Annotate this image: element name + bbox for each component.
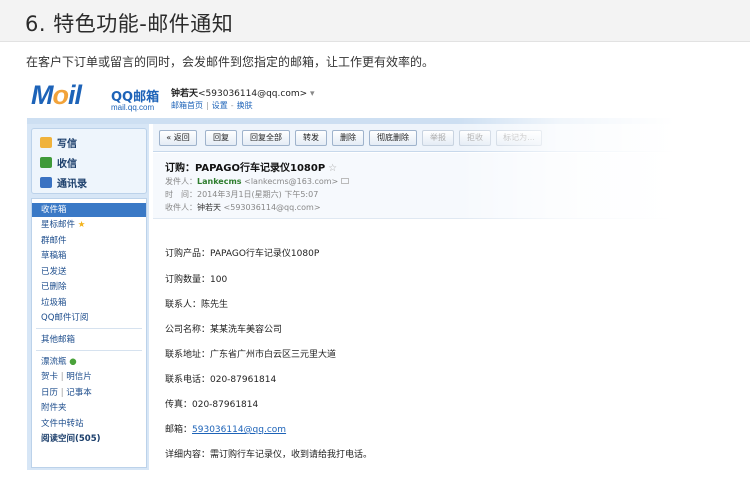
sender-email: <lankecms@163.com> [244, 177, 339, 186]
sidebar-item-subscriptions[interactable]: QQ邮件订阅 [32, 311, 146, 325]
sidebar-item-spam[interactable]: 垃圾箱 [32, 296, 146, 310]
star-icon: ★ [77, 220, 86, 230]
bottle-icon: ● [69, 357, 77, 367]
contacts-link[interactable]: 通讯录 [40, 175, 87, 190]
body-phone: 联系电话：020-87961814 [165, 375, 277, 385]
divider [36, 328, 142, 329]
reject-button[interactable]: 拒收 [459, 130, 491, 146]
star-outline-icon[interactable]: ☆ [328, 163, 337, 174]
sidebar-item-file-transfer[interactable]: 文件中转站 [32, 417, 146, 431]
message-toolbar: « 返回 回复 回复全部 转发 删除 彻底删除 举报 拒收 标记为... [153, 124, 747, 152]
body-details: 详细内容：需订购行车记录仪，收到请给我打电话。 [165, 450, 373, 460]
sidebar-item-drift-bottle[interactable]: 漂流瓶 ● [32, 355, 146, 369]
body-company: 公司名称：某某洗车美容公司 [165, 325, 283, 335]
pencil-icon [40, 137, 52, 148]
link-settings[interactable]: 设置 [212, 101, 228, 110]
page-header: 6. 特色功能-邮件通知 [0, 0, 750, 42]
divider [36, 350, 142, 351]
email-link[interactable]: 593036114@qq.com [192, 425, 286, 435]
sidebar-item-notepad[interactable]: 记事本 [66, 388, 92, 398]
back-button[interactable]: « 返回 [159, 130, 197, 146]
forward-button[interactable]: 转发 [295, 130, 327, 146]
sidebar-item-reading-space[interactable]: 阅读空间(505) [32, 432, 146, 446]
body-quantity: 订购数量：100 [165, 275, 228, 285]
account-name: 钟若天 [171, 89, 199, 99]
reply-all-button[interactable]: 回复全部 [242, 130, 290, 146]
reply-button[interactable]: 回复 [205, 130, 237, 146]
logo-url: mail.qq.com [111, 103, 155, 112]
sidebar-item-cards[interactable]: 贺卡 | 明信片 [32, 370, 146, 384]
contact-card-icon[interactable] [340, 178, 349, 184]
recipient-email: <593036114@qq.com> [223, 203, 321, 212]
body-fax: 传真：020-87961814 [165, 400, 259, 410]
recipient-line: 收件人：钟若天 <593036114@qq.com> [165, 203, 321, 212]
sender-name[interactable]: Lankecms [197, 177, 242, 186]
body-product: 订购产品：PAPAGO行车记录仪1080P [165, 249, 320, 259]
page-intro: 在客户下订单或留言的同时，会发邮件到您指定的邮箱，让工作更有效率的。 [26, 55, 435, 69]
sent-time: 2014年3月1日(星期六) 下午5:07 [197, 190, 319, 199]
account-email: <593036114@qq.com> [198, 89, 308, 99]
page-title: 6. 特色功能-邮件通知 [25, 12, 234, 36]
account-info[interactable]: 钟若天<593036114@qq.com> ▾ [171, 86, 315, 99]
sidebar-item-drafts[interactable]: 草稿箱 [32, 249, 146, 263]
message-pane: « 返回 回复 回复全部 转发 删除 彻底删除 举报 拒收 标记为... 订购：… [153, 124, 747, 470]
delete-button[interactable]: 删除 [332, 130, 364, 146]
sidebar-item-deleted[interactable]: 已删除 [32, 280, 146, 294]
folder-list: 收件箱 星标邮件 ★ 群邮件 草稿箱 已发送 已删除 垃圾箱 QQ邮件订阅 其他… [31, 198, 147, 468]
sidebar-item-attachments[interactable]: 附件夹 [32, 401, 146, 415]
report-button[interactable]: 举报 [422, 130, 454, 146]
quick-actions: 写信 收信 通讯录 [31, 128, 147, 194]
body-contact: 联系人：陈先生 [165, 300, 229, 310]
sidebar-item-other-mailbox[interactable]: 其他邮箱 [32, 333, 146, 347]
sidebar-item-group[interactable]: 群邮件 [32, 234, 146, 248]
recipient-name[interactable]: 钟若天 [197, 203, 221, 212]
time-line: 时 间：2014年3月1日(星期六) 下午5:07 [165, 190, 319, 199]
body-address: 联系地址：广东省广州市白云区三元里大道 [165, 350, 337, 360]
delete-permanently-button[interactable]: 彻底删除 [369, 130, 417, 146]
sender-line: 发件人：Lankecms <lankecms@163.com> [165, 176, 349, 187]
sidebar-item-inbox[interactable]: 收件箱 [32, 203, 146, 217]
mail-screenshot: Moil QQ邮箱 mail.qq.com 钟若天<593036114@qq.c… [27, 78, 747, 470]
sidebar-item-starred[interactable]: 星标邮件 ★ [32, 218, 146, 232]
message-subject: 订购：PAPAGO行车记录仪1080P ☆ [165, 163, 338, 174]
logo-wordmark: Moil [31, 80, 82, 110]
qq-mail-logo[interactable]: Moil QQ邮箱 mail.qq.com [31, 80, 161, 116]
mail-header: Moil QQ邮箱 mail.qq.com 钟若天<593036114@qq.c… [27, 78, 747, 120]
body-email: 邮箱：593036114@qq.com [165, 425, 287, 435]
link-mail-home[interactable]: 邮箱首页 [171, 101, 203, 110]
mark-as-button[interactable]: 标记为... [496, 130, 542, 146]
compose-link[interactable]: 写信 [40, 135, 77, 150]
receive-link[interactable]: 收信 [40, 155, 77, 170]
contacts-icon [40, 177, 52, 188]
message-header: 订购：PAPAGO行车记录仪1080P ☆ 发件人：Lankecms <lanke… [153, 153, 747, 219]
sidebar: 写信 收信 通讯录 收件箱 星标邮件 ★ 群邮件 草稿箱 已发送 已删除 垃圾箱… [27, 124, 149, 470]
sidebar-item-sent[interactable]: 已发送 [32, 265, 146, 279]
account-links: 邮箱首页 | 设置 - 换肤 [171, 101, 253, 110]
sidebar-item-calendar[interactable]: 日历 | 记事本 [32, 386, 146, 400]
sidebar-item-postcards[interactable]: 明信片 [66, 372, 92, 382]
chevron-down-icon[interactable]: ▾ [310, 89, 315, 99]
link-skin[interactable]: 换肤 [237, 101, 253, 110]
inbox-icon [40, 157, 52, 168]
